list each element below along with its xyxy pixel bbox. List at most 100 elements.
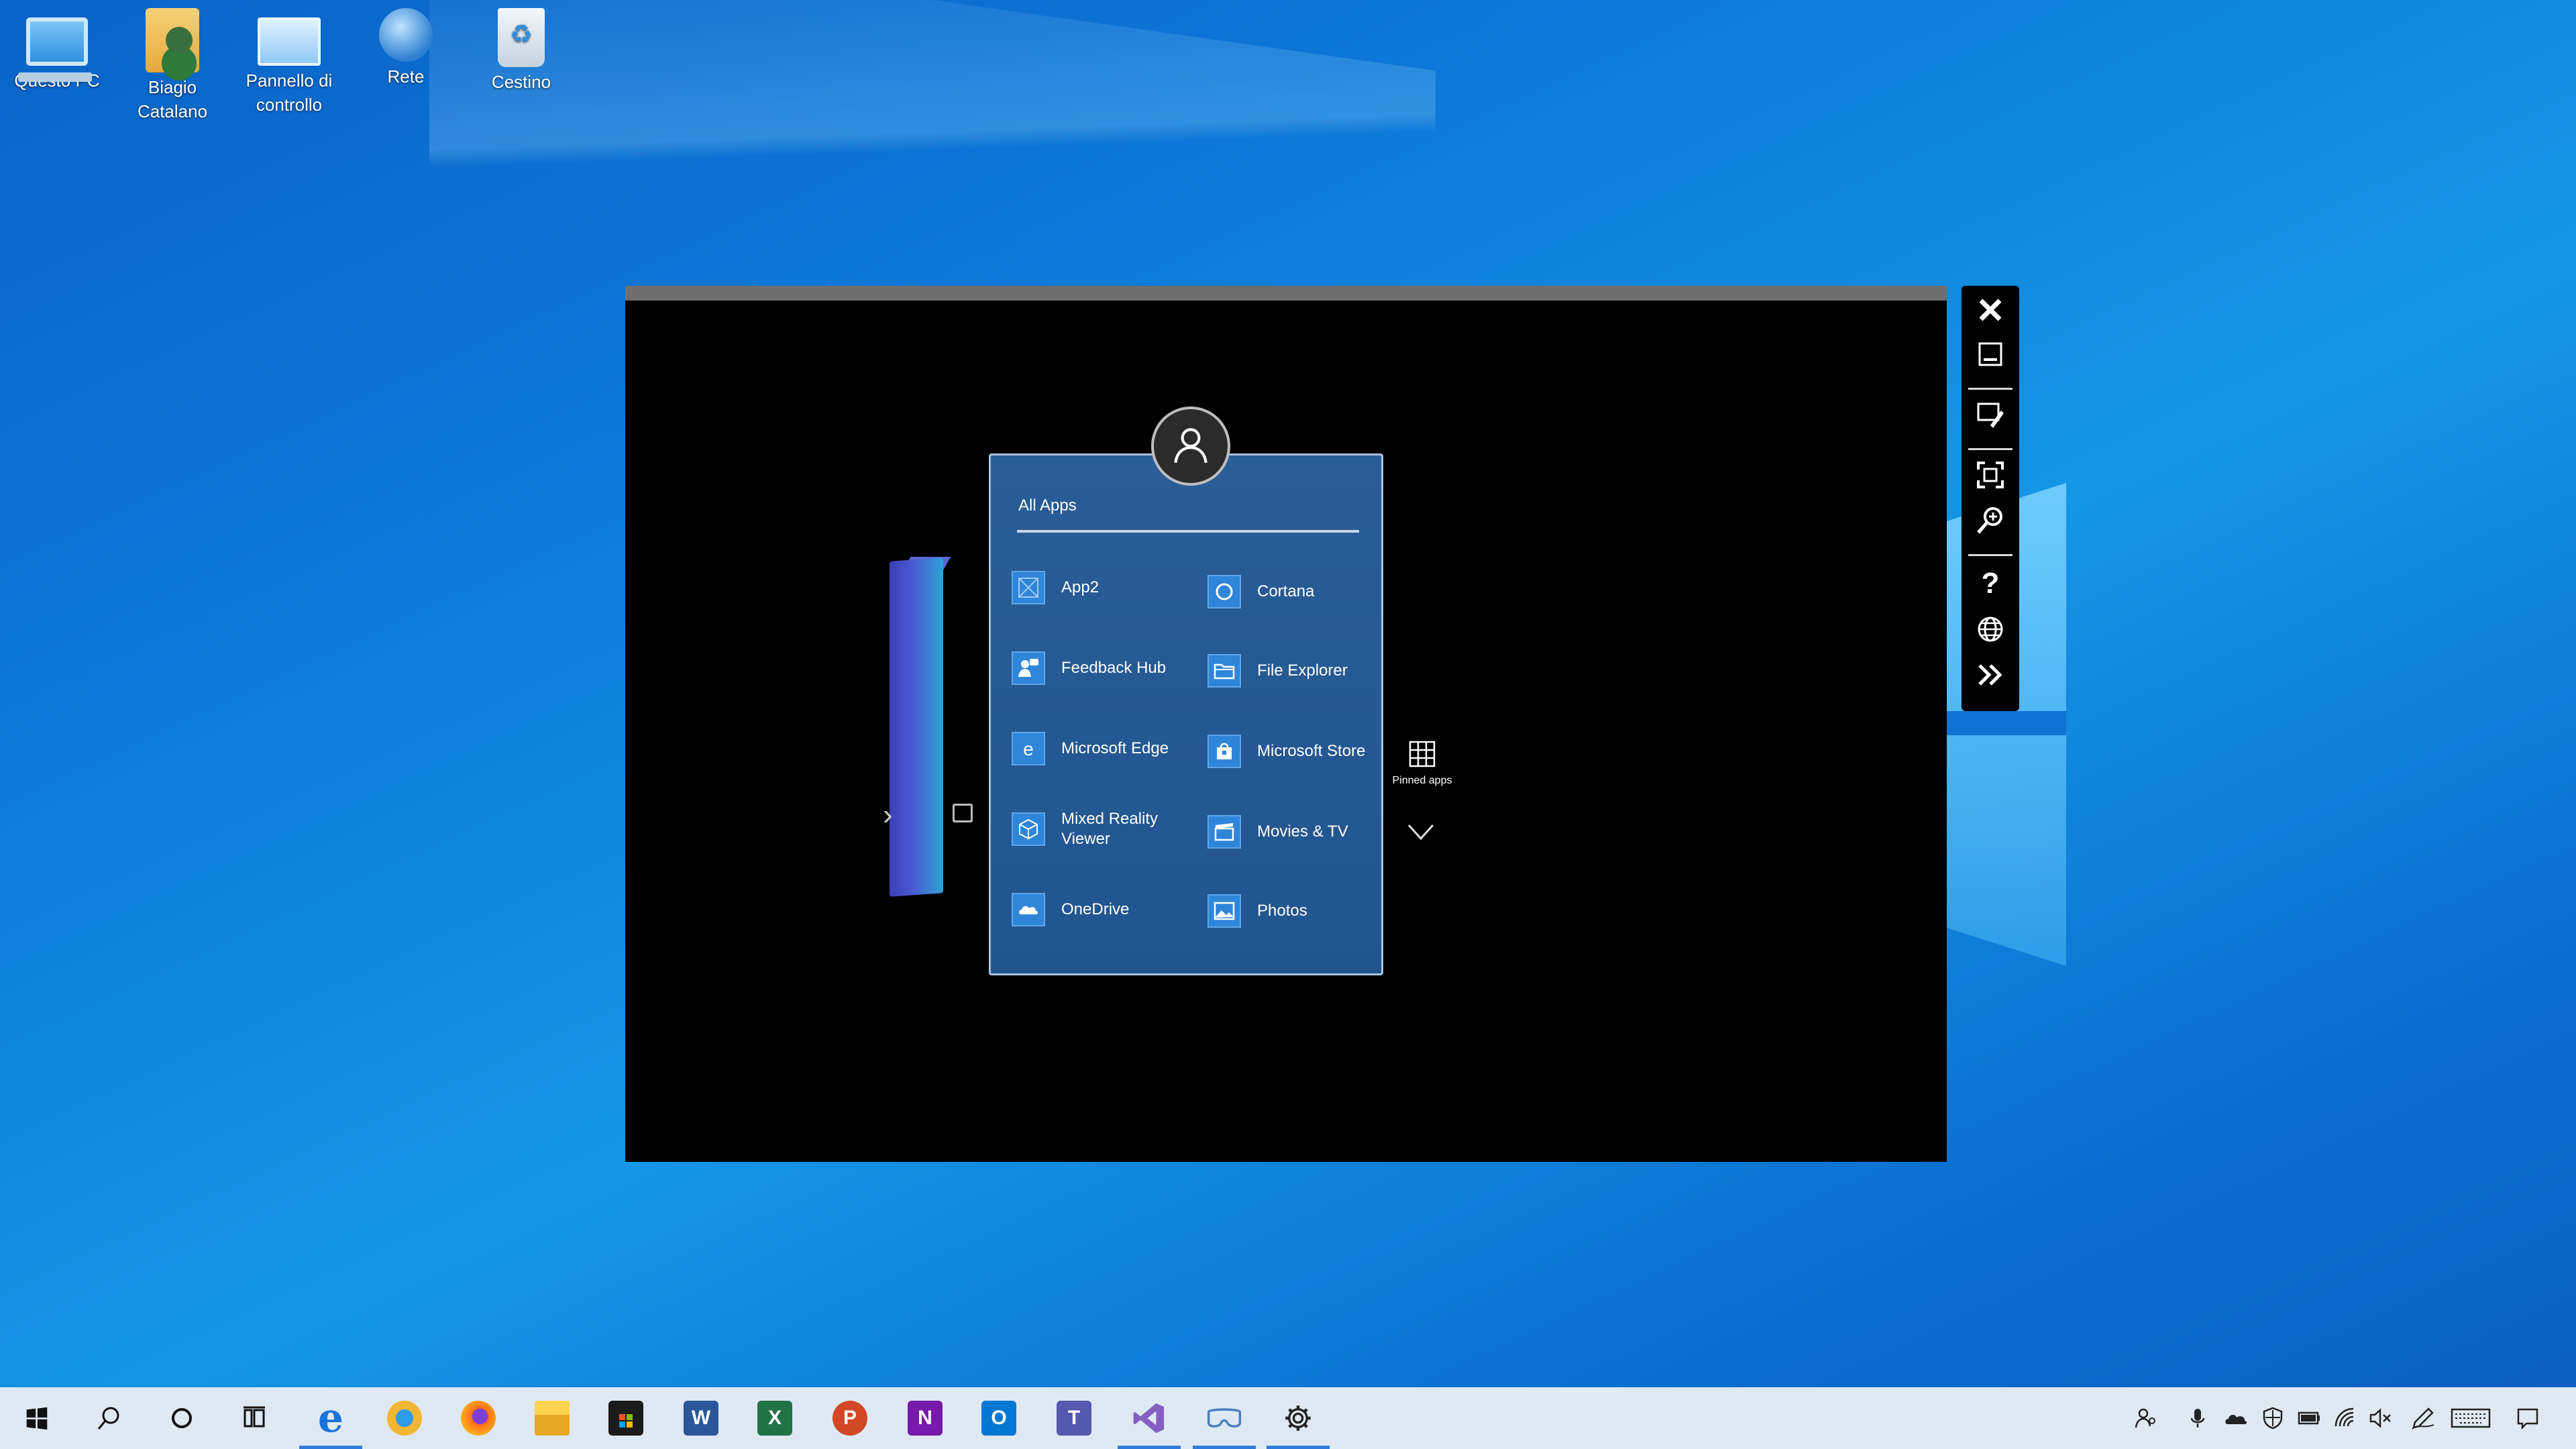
tray-volume[interactable] xyxy=(2361,1387,2399,1449)
taskbar-settings[interactable] xyxy=(1261,1387,1335,1449)
microphone-icon xyxy=(2190,1409,2205,1428)
desktop-icon-user-folder[interactable]: Biagio Catalano xyxy=(115,8,229,123)
taskbar-mixed-reality-portal[interactable] xyxy=(1187,1387,1261,1449)
taskbar-onenote[interactable]: N xyxy=(888,1387,962,1449)
cortana-icon xyxy=(1208,575,1241,608)
taskbar-store[interactable] xyxy=(589,1387,663,1449)
tray-pen[interactable] xyxy=(2404,1387,2442,1449)
pinned-apps-label: Pinned apps xyxy=(1392,775,1452,786)
interact-tool[interactable] xyxy=(1967,396,2014,433)
app-tile-onedrive[interactable]: OneDrive xyxy=(1012,890,1129,930)
close-tool[interactable] xyxy=(1967,291,2014,329)
volume-muted-icon xyxy=(2369,1408,2391,1428)
network-icon xyxy=(1978,616,2003,642)
outlook-icon: O xyxy=(981,1401,1016,1436)
pen-icon xyxy=(2412,1407,2434,1430)
title-divider xyxy=(1017,530,1359,533)
app-tile-file-explorer[interactable]: File Explorer xyxy=(1208,651,1348,691)
app-tile-feedback-hub[interactable]: Feedback Hub xyxy=(1012,648,1166,688)
desktop-icon-label: Biagio xyxy=(148,77,197,97)
desktop-icon-control-panel[interactable]: Pannello di controllo xyxy=(232,8,346,117)
pinned-apps-button[interactable]: Pinned apps xyxy=(1390,738,1454,787)
taskbar-file-explorer[interactable] xyxy=(515,1387,589,1449)
svg-text:e: e xyxy=(1023,739,1034,759)
fit-screen-tool[interactable] xyxy=(1967,456,2014,494)
task-view-button[interactable] xyxy=(217,1387,291,1449)
minimize-tool[interactable] xyxy=(1967,335,2014,373)
app-tile-microsoft-store[interactable]: Microsoft Store xyxy=(1208,731,1365,771)
battery-icon xyxy=(2298,1411,2320,1425)
app-label: Cortana xyxy=(1257,582,1315,600)
mixed-reality-viewer-icon xyxy=(1012,812,1045,846)
zoom-tool[interactable] xyxy=(1967,502,2014,539)
feedback-hub-icon xyxy=(1012,651,1045,685)
app-label: App2 xyxy=(1061,578,1099,596)
app-label: Microsoft Edge xyxy=(1061,739,1169,757)
word-icon: W xyxy=(684,1401,718,1436)
tray-microphone[interactable] xyxy=(2179,1387,2216,1449)
desktop-icon-label: Rete xyxy=(387,66,425,87)
window-titlebar[interactable] xyxy=(625,286,1947,301)
all-apps-title: All Apps xyxy=(1018,496,1077,515)
taskbar-teams[interactable]: T xyxy=(1037,1387,1111,1449)
fit-screen-icon xyxy=(1977,462,2004,488)
app-tile-microsoft-edge[interactable]: e Microsoft Edge xyxy=(1012,729,1169,769)
person-icon xyxy=(1174,428,1208,464)
app-tile-app2[interactable]: App2 xyxy=(1012,568,1099,608)
zoom-icon xyxy=(1977,507,2002,534)
file-explorer-icon xyxy=(1208,654,1241,688)
taskbar-firefox[interactable] xyxy=(441,1387,515,1449)
notifications-icon xyxy=(2517,1408,2538,1430)
app-tile-mixed-reality-viewer[interactable]: Mixed Reality Viewer xyxy=(1012,809,1158,849)
app-tile-cortana[interactable]: Cortana xyxy=(1208,572,1314,612)
app-label: OneDrive xyxy=(1061,900,1130,918)
help-icon: ? xyxy=(1982,567,2000,598)
settings-icon xyxy=(1285,1405,1311,1431)
tray-onedrive[interactable] xyxy=(2216,1387,2254,1449)
excel-icon: X xyxy=(757,1401,792,1436)
tray-security[interactable] xyxy=(2254,1387,2292,1449)
taskbar-excel[interactable]: X xyxy=(738,1387,812,1449)
desktop-icon-label: Cestino xyxy=(491,72,551,92)
interact-icon xyxy=(1977,402,2004,428)
tray-battery[interactable] xyxy=(2290,1387,2328,1449)
file-explorer-icon xyxy=(535,1401,570,1436)
toolbar-separator xyxy=(1968,448,2012,450)
edge-icon: e xyxy=(317,1395,344,1442)
tray-action-center[interactable] xyxy=(2509,1387,2546,1449)
chevron-down-icon[interactable] xyxy=(1405,821,1437,843)
taskbar-outlook[interactable]: O xyxy=(962,1387,1036,1449)
toolbar-separator xyxy=(1968,554,2012,556)
tray-people[interactable] xyxy=(2128,1387,2165,1449)
visual-studio-icon xyxy=(1133,1403,1165,1434)
help-tool[interactable]: ? xyxy=(1967,564,2014,601)
taskbar-visual-studio[interactable] xyxy=(1112,1387,1186,1449)
hologram-pillar xyxy=(890,557,943,897)
taskbar-word[interactable]: W xyxy=(664,1387,738,1449)
network-tool[interactable] xyxy=(1967,610,2014,648)
onedrive-icon xyxy=(2225,1415,2247,1424)
minimize-icon xyxy=(1978,342,2002,366)
user-avatar[interactable] xyxy=(1151,407,1230,486)
search-button[interactable] xyxy=(72,1387,146,1449)
tray-touch-keyboard[interactable] xyxy=(2447,1387,2494,1449)
tray-wifi[interactable] xyxy=(2326,1387,2364,1449)
desktop-icon-questo-pc[interactable]: Questo PC xyxy=(0,8,114,93)
taskbar-powerpoint[interactable]: P xyxy=(813,1387,887,1449)
app-placeholder-icon xyxy=(1012,571,1045,604)
more-tool[interactable] xyxy=(1967,656,2014,694)
chevron-right-icon[interactable]: › xyxy=(883,798,893,832)
desktop-icon-recycle-bin[interactable]: Cestino xyxy=(464,8,578,94)
app-tile-movies-tv[interactable]: Movies & TV xyxy=(1208,812,1348,852)
cortana-button[interactable] xyxy=(145,1387,219,1449)
app-tile-photos[interactable]: Photos xyxy=(1208,891,1307,931)
desktop-icon-network[interactable]: Rete xyxy=(349,8,463,89)
cortana-icon xyxy=(172,1408,192,1428)
movies-tv-icon xyxy=(1208,815,1241,849)
taskbar-edge[interactable]: e xyxy=(294,1387,368,1449)
app-label: Photos xyxy=(1257,902,1307,920)
taskbar-edge-beta[interactable] xyxy=(368,1387,441,1449)
toolbar-separator xyxy=(1968,388,2012,390)
task-view-icon xyxy=(244,1406,265,1428)
start-button[interactable] xyxy=(0,1387,74,1449)
